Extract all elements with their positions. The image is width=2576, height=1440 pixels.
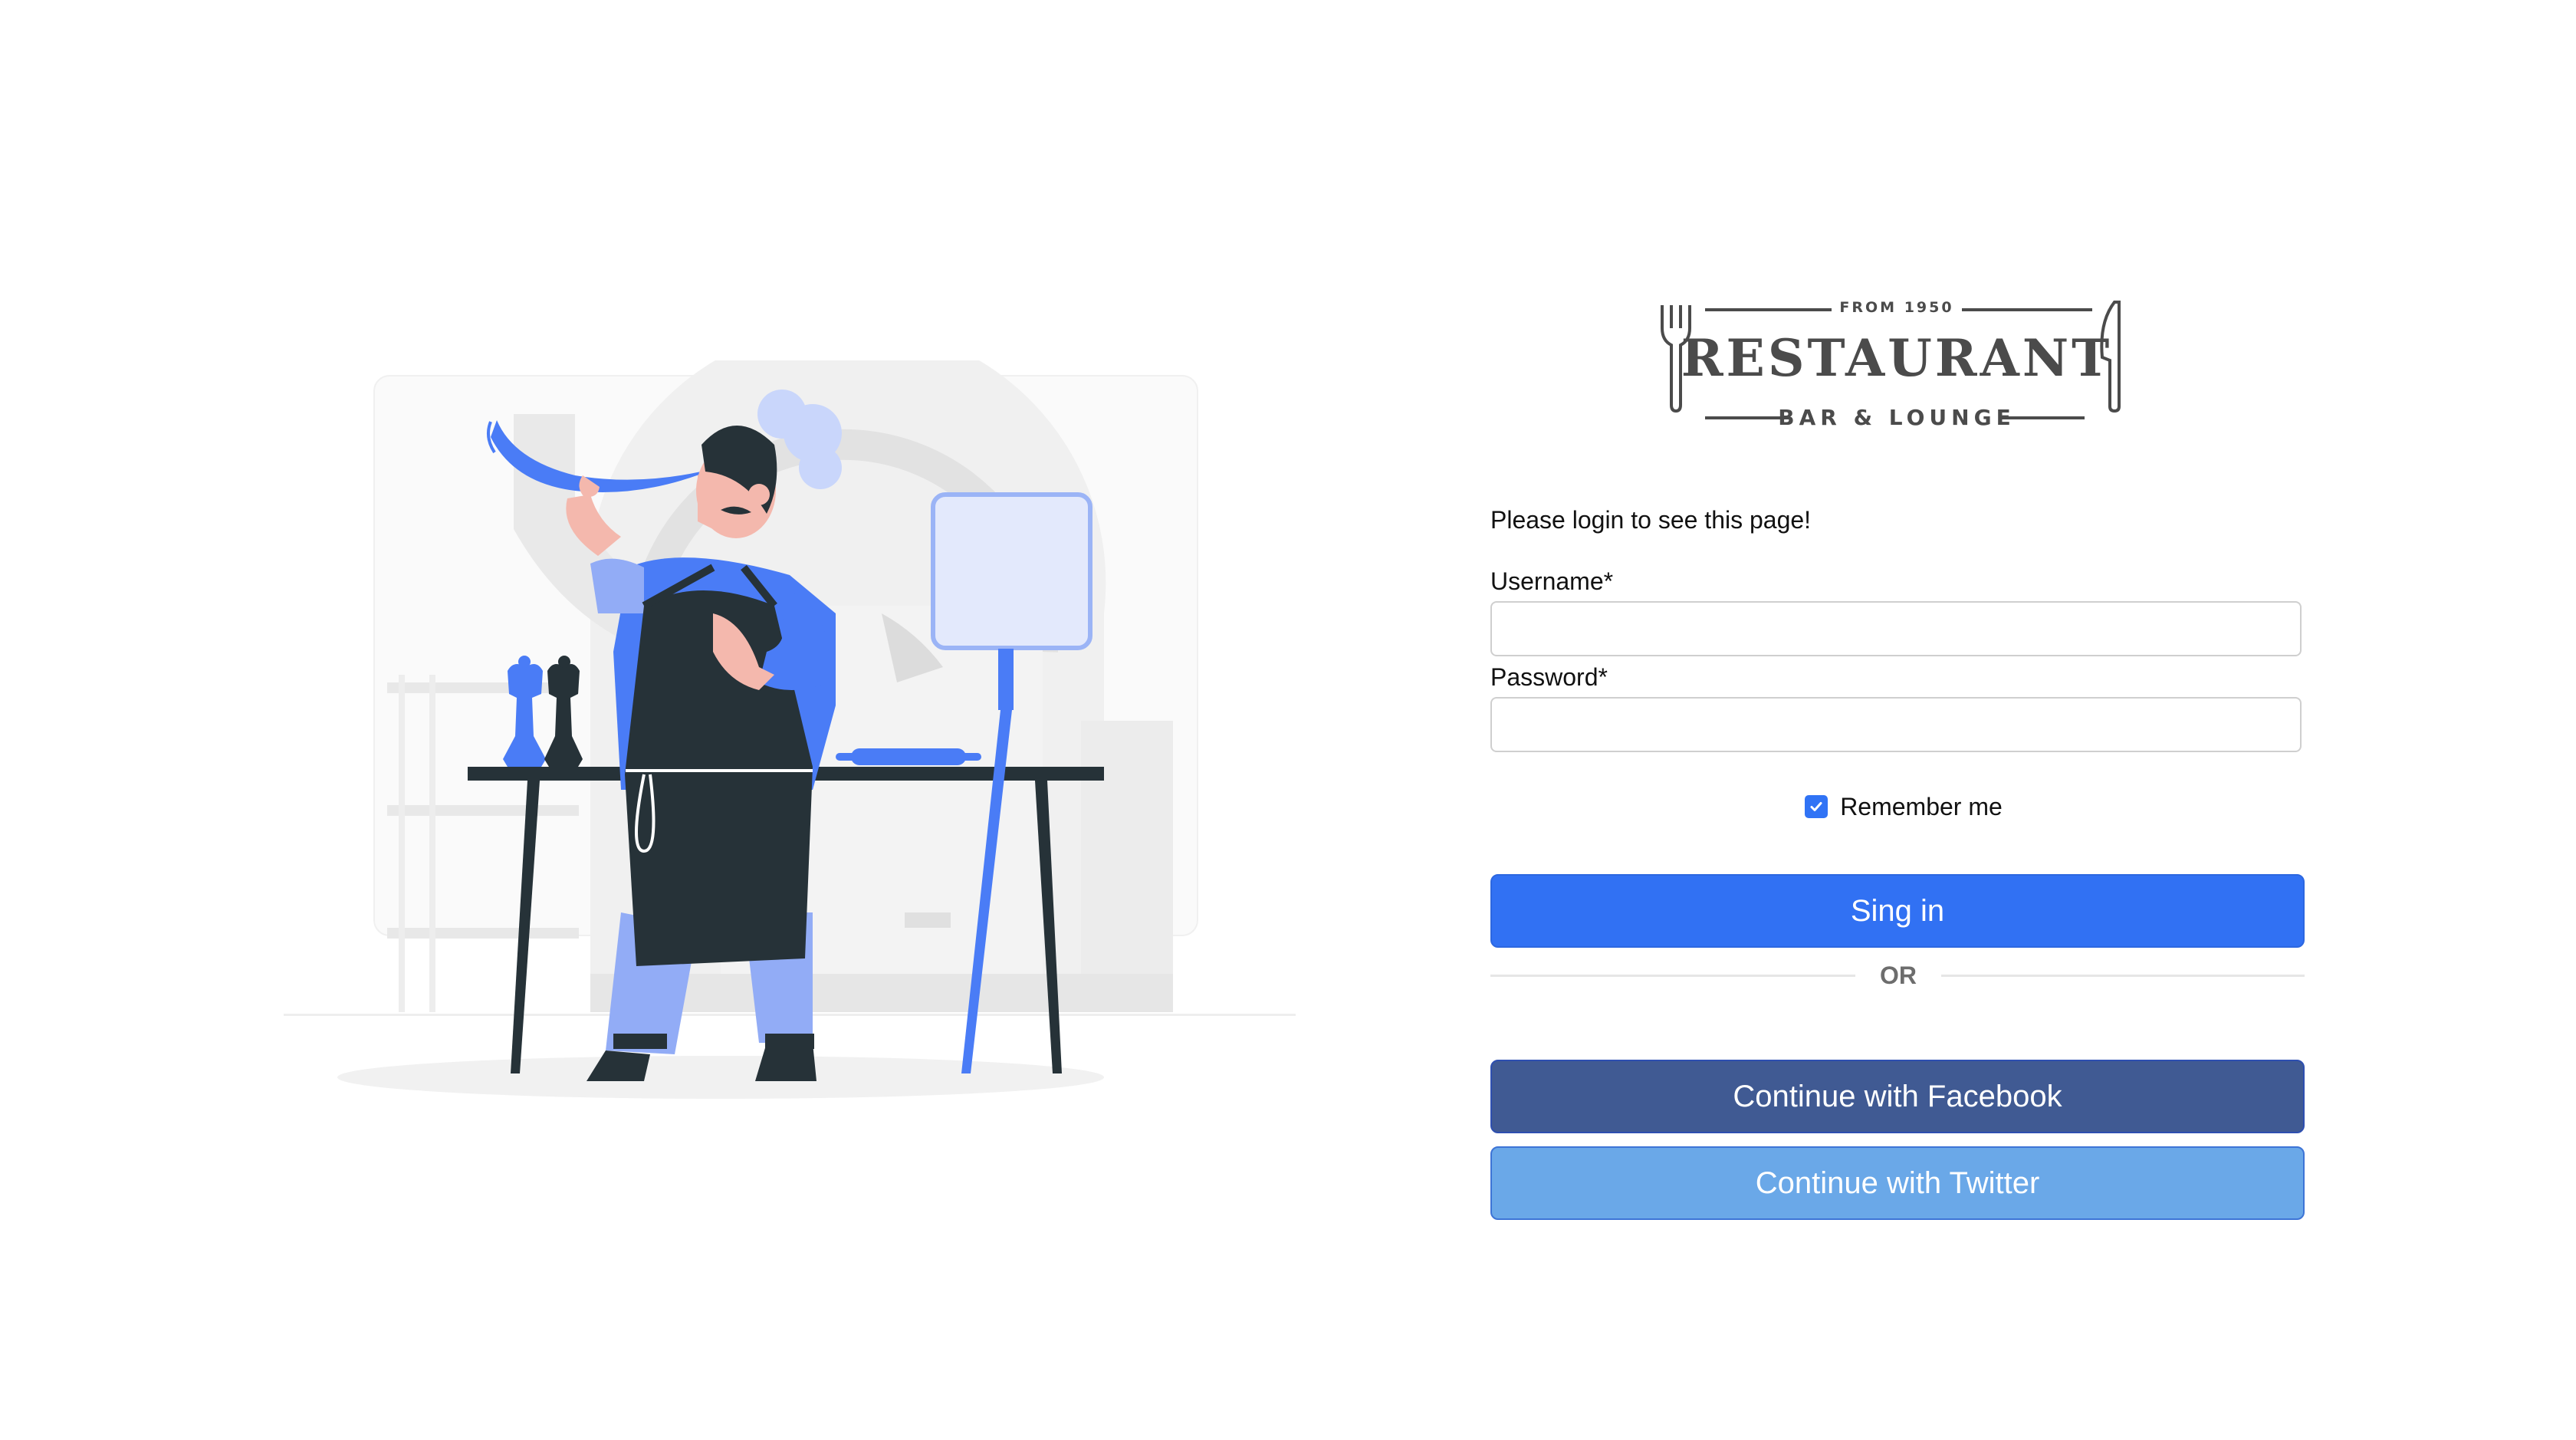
sign-in-button[interactable]: Sing in — [1490, 874, 2305, 948]
remember-me-label[interactable]: Remember me — [1840, 793, 2003, 821]
login-intro-text: Please login to see this page! — [1490, 506, 1812, 534]
password-label: Password* — [1490, 663, 1608, 691]
password-input[interactable] — [1490, 697, 2302, 752]
remember-me-row: Remember me — [1490, 791, 2305, 822]
continue-with-facebook-button[interactable]: Continue with Facebook — [1490, 1060, 2305, 1133]
username-input[interactable] — [1490, 601, 2302, 656]
continue-with-twitter-button[interactable]: Continue with Twitter — [1490, 1146, 2305, 1220]
restaurant-logo: FROM 1950 RESTAURANT BAR & LOUNGE — [1659, 291, 2134, 430]
logo-title: RESTAURANT — [1681, 328, 2113, 388]
login-page: FROM 1950 RESTAURANT BAR & LOUNGE Please… — [0, 0, 2576, 1440]
divider-line — [1490, 975, 1855, 977]
username-label: Username* — [1490, 567, 1614, 595]
or-text: OR — [1880, 962, 1917, 989]
remember-me-checkbox[interactable] — [1805, 795, 1829, 818]
logo-subtitle: BAR & LOUNGE — [1778, 405, 2016, 430]
chef-illustration — [284, 360, 1296, 1127]
or-divider: OR — [1490, 960, 2305, 991]
divider-line — [1941, 975, 2305, 977]
logo-since-text: FROM 1950 — [1839, 299, 1954, 316]
checkmark-icon — [1810, 802, 1822, 811]
